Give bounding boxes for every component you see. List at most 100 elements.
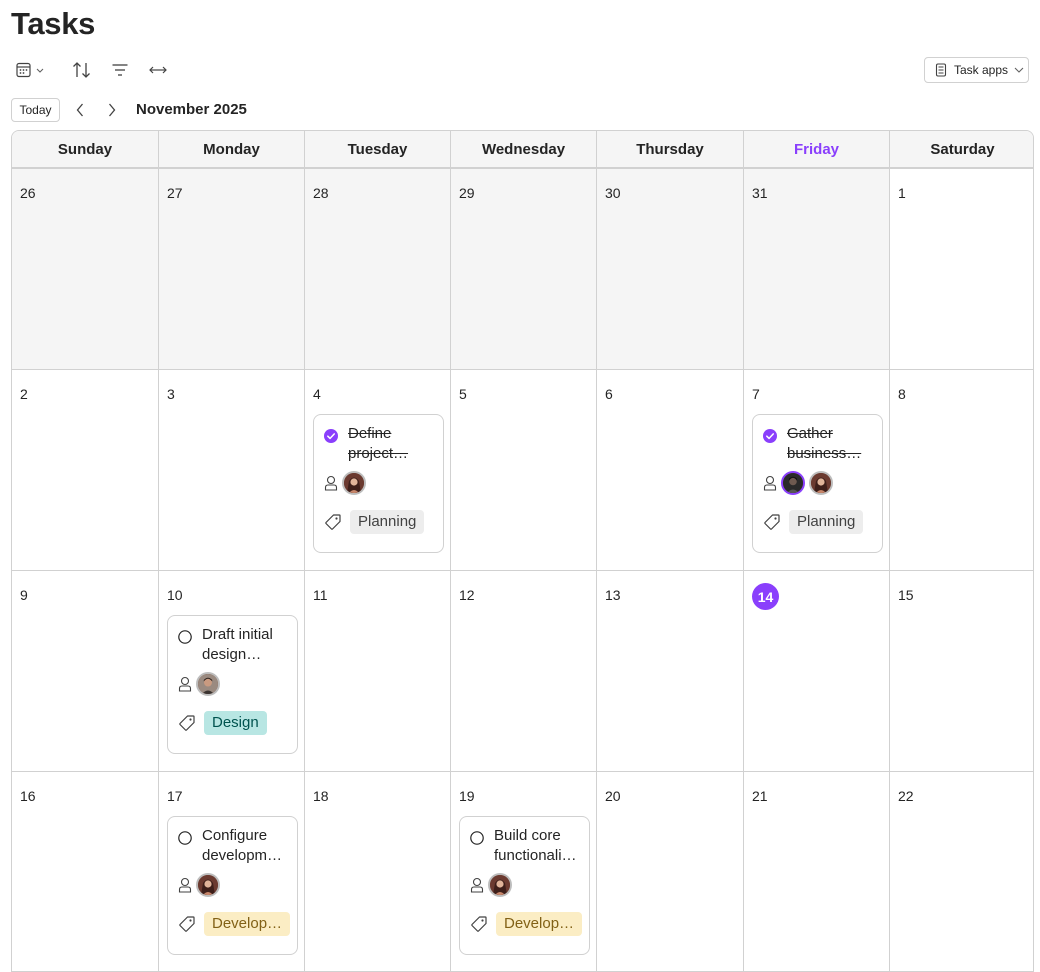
task-complete-toggle[interactable] bbox=[470, 831, 484, 845]
task-card[interactable]: Define project… Planning bbox=[313, 414, 444, 553]
task-labels: Develop… bbox=[470, 912, 583, 936]
day-number: 22 bbox=[898, 788, 914, 804]
calendar-view-button[interactable] bbox=[12, 56, 52, 84]
incomplete-circle-icon bbox=[470, 831, 484, 845]
avatar[interactable] bbox=[809, 471, 833, 495]
task-complete-toggle[interactable] bbox=[763, 429, 777, 443]
weekday-header-row: Sunday Monday Tuesday Wednesday Thursday Frid… bbox=[12, 131, 1033, 168]
day-cell[interactable]: 19 Build core functionali… Develop… bbox=[450, 771, 596, 971]
day-cell[interactable]: 11 bbox=[304, 570, 450, 771]
day-cell[interactable]: 14 bbox=[743, 570, 889, 771]
weekday-header-monday: Monday bbox=[158, 131, 304, 168]
task-labels: Planning bbox=[324, 510, 425, 534]
day-cell[interactable]: 6 bbox=[596, 369, 743, 570]
task-apps-button[interactable]: Task apps bbox=[924, 57, 1029, 83]
sort-icon bbox=[73, 62, 90, 78]
day-number: 8 bbox=[898, 386, 906, 402]
day-number: 18 bbox=[313, 788, 329, 804]
person-icon bbox=[470, 877, 484, 893]
day-cell[interactable]: 15 bbox=[889, 570, 1033, 771]
previous-month-button[interactable] bbox=[70, 100, 90, 120]
day-cell[interactable]: 3 bbox=[158, 369, 304, 570]
label-pill[interactable]: Planning bbox=[350, 510, 425, 534]
day-cell[interactable]: 20 bbox=[596, 771, 743, 971]
day-cell[interactable]: 12 bbox=[450, 570, 596, 771]
woman-avatar bbox=[198, 875, 218, 895]
person-icon bbox=[324, 475, 338, 491]
day-cell[interactable]: 26 bbox=[12, 168, 158, 369]
today-button[interactable]: Today bbox=[11, 98, 60, 122]
day-cell[interactable]: 4 Define project… Planning bbox=[304, 369, 450, 570]
day-cell[interactable]: 22 bbox=[889, 771, 1033, 971]
day-number: 11 bbox=[313, 587, 328, 603]
avatar[interactable] bbox=[781, 471, 805, 495]
day-number: 30 bbox=[605, 185, 621, 201]
day-cell[interactable]: 2 bbox=[12, 369, 158, 570]
day-number: 16 bbox=[20, 788, 36, 804]
day-cell[interactable]: 18 bbox=[304, 771, 450, 971]
day-cell[interactable]: 27 bbox=[158, 168, 304, 369]
task-complete-toggle[interactable] bbox=[324, 429, 338, 443]
incomplete-circle-icon bbox=[178, 831, 192, 845]
day-number: 3 bbox=[167, 386, 175, 402]
day-cell[interactable]: 1 bbox=[889, 168, 1033, 369]
task-complete-toggle[interactable] bbox=[178, 630, 192, 644]
task-assignees bbox=[763, 471, 837, 495]
day-cell[interactable]: 5 bbox=[450, 369, 596, 570]
filter-button[interactable] bbox=[102, 56, 138, 84]
filter-icon bbox=[112, 64, 128, 76]
avatar[interactable] bbox=[488, 873, 512, 897]
month-label: November 2025 bbox=[136, 101, 247, 118]
woman-avatar bbox=[344, 473, 364, 493]
task-card[interactable]: Configure developm… Develop… bbox=[167, 816, 298, 955]
label-pill[interactable]: Develop… bbox=[204, 912, 291, 936]
task-card[interactable]: Build core functionali… Develop… bbox=[459, 816, 590, 955]
today-date-badge: 14 bbox=[752, 583, 779, 610]
day-cell[interactable]: 21 bbox=[743, 771, 889, 971]
task-apps-icon bbox=[935, 63, 947, 77]
sort-button[interactable] bbox=[64, 56, 100, 84]
chevron-left-icon bbox=[76, 103, 83, 117]
day-cell[interactable]: 10 Draft initial design… Design bbox=[158, 570, 304, 771]
day-number: 28 bbox=[313, 185, 329, 201]
task-assignees bbox=[470, 873, 516, 897]
task-card[interactable]: Gather business… Planning bbox=[752, 414, 883, 553]
tag-icon bbox=[764, 514, 780, 530]
day-cell[interactable]: 9 bbox=[12, 570, 158, 771]
day-cell[interactable]: 29 bbox=[450, 168, 596, 369]
label-pill[interactable]: Develop… bbox=[496, 912, 583, 936]
weekday-header-tuesday: Tuesday bbox=[304, 131, 450, 168]
calendar-view-icon bbox=[16, 62, 44, 78]
expand-width-button[interactable] bbox=[140, 56, 176, 84]
label-pill[interactable]: Design bbox=[204, 711, 267, 735]
task-assignees bbox=[324, 471, 370, 495]
day-number: 31 bbox=[752, 185, 768, 201]
toolbar bbox=[12, 56, 176, 84]
task-title: Configure developm… bbox=[202, 827, 283, 864]
day-number: 4 bbox=[313, 386, 321, 402]
day-number: 9 bbox=[20, 587, 28, 603]
task-complete-toggle[interactable] bbox=[178, 831, 192, 845]
day-cell[interactable]: 17 Configure developm… Develop… bbox=[158, 771, 304, 971]
avatar[interactable] bbox=[196, 873, 220, 897]
task-title: Build core functionali… bbox=[494, 827, 577, 864]
day-cell[interactable]: 30 bbox=[596, 168, 743, 369]
avatar[interactable] bbox=[196, 672, 220, 696]
day-number: 27 bbox=[167, 185, 183, 201]
label-pill[interactable]: Planning bbox=[789, 510, 864, 534]
day-cell[interactable]: 13 bbox=[596, 570, 743, 771]
weekday-header-thursday: Thursday bbox=[596, 131, 743, 168]
day-number: 2 bbox=[20, 386, 28, 402]
day-cell[interactable]: 8 bbox=[889, 369, 1033, 570]
task-card[interactable]: Draft initial design… Design bbox=[167, 615, 298, 754]
day-cell[interactable]: 7 Gather business… Planning bbox=[743, 369, 889, 570]
next-month-button[interactable] bbox=[102, 100, 122, 120]
avatar[interactable] bbox=[342, 471, 366, 495]
tag-icon bbox=[325, 514, 341, 530]
day-cell[interactable]: 28 bbox=[304, 168, 450, 369]
weekday-header-wednesday: Wednesday bbox=[450, 131, 596, 168]
day-number: 13 bbox=[605, 587, 621, 603]
day-cell[interactable]: 16 bbox=[12, 771, 158, 971]
day-cell[interactable]: 31 bbox=[743, 168, 889, 369]
day-number: 20 bbox=[605, 788, 621, 804]
